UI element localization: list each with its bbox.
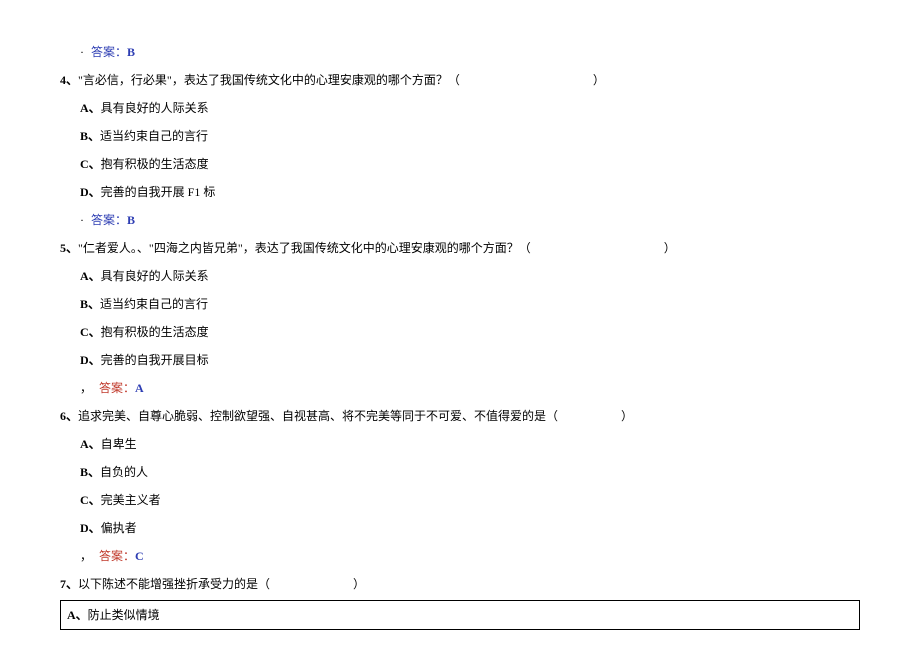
paren-close: ） [621,409,633,423]
question-7: 7、以下陈述不能增强挫折承受力的是（ ） [60,572,860,596]
question-5: 5、"仁者爱人。、"四海之内皆兄弟"，表达了我国传统文化中的心理安康观的哪个方面… [60,236,860,260]
question-number: 5、 [60,241,78,255]
option-label: C、 [80,325,101,339]
question-text: 以下陈述不能增强挫折承受力的是（ [78,577,270,591]
bullet-dot: · [80,213,84,227]
option-c: C、抱有积极的生活态度 [60,320,860,344]
option-text: 具有良好的人际关系 [101,101,209,115]
answer-line-5: ， 答案：A [60,376,860,400]
option-c: C、抱有积极的生活态度 [60,152,860,176]
answer-value: B [127,213,135,227]
answer-value: C [135,549,144,563]
option-text: 抱有积极的生活态度 [101,325,209,339]
question-number: 7、 [60,577,78,591]
option-a: A、自卑生 [60,432,860,456]
option-text: 适当约束自己的言行 [100,297,208,311]
document-content: · 答案：B 4、"言必信，行必果"，表达了我国传统文化中的心理安康观的哪个方面… [0,0,920,650]
option-label: A、 [80,269,101,283]
option-label: B、 [80,297,100,311]
option-label: C、 [80,157,101,171]
pre-answer-line: · 答案：B [60,40,860,64]
answer-label: 答案： [91,213,127,227]
answer-line-4: · 答案：B [60,208,860,232]
option-d: D、偏执者 [60,516,860,540]
option-text: 具有良好的人际关系 [101,269,209,283]
option-d: D、完善的自我开展目标 [60,348,860,372]
option-c: C、完美主义者 [60,488,860,512]
answer-label: 答案： [99,381,135,395]
option-b: B、自负的人 [60,460,860,484]
question-number: 6、 [60,409,78,423]
option-label: B、 [80,129,100,143]
option-label: A、 [80,437,101,451]
paren-close: ） [353,577,365,591]
option-text: 适当约束自己的言行 [100,129,208,143]
option-label: D、 [80,353,101,367]
answer-value: A [135,381,144,395]
option-text: 完善的自我开展目标 [101,353,209,367]
option-text: 抱有积极的生活态度 [101,157,209,171]
option-text: 偏执者 [101,521,137,535]
question-6: 6、追求完美、自尊心脆弱、控制欲望强、自视甚高、将不完美等同于不可爱、不值得爱的… [60,404,860,428]
paren-close: ） [593,73,605,87]
question-text: "言必信，行必果"，表达了我国传统文化中的心理安康观的哪个方面？（ [78,73,460,87]
comma-dot: ， [80,549,92,563]
option-label: D、 [80,521,101,535]
answer-value: B [127,45,135,59]
bullet-dot: · [80,45,84,59]
option-a: A、具有良好的人际关系 [60,96,860,120]
question-4: 4、"言必信，行必果"，表达了我国传统文化中的心理安康观的哪个方面？（ ） [60,68,860,92]
option-text: 完美主义者 [101,493,161,507]
question-text: 追求完美、自尊心脆弱、控制欲望强、自视甚高、将不完美等同于不可爱、不值得爱的是（ [78,409,558,423]
option-b: B、适当约束自己的言行 [60,124,860,148]
option-a-boxed: A、防止类似情境 [60,600,860,630]
option-label: C、 [80,493,101,507]
option-label: A、 [80,101,101,115]
option-text: 自卑生 [101,437,137,451]
comma-dot: ， [80,381,92,395]
option-text: 完善的自我开展 F1 标 [101,185,216,199]
answer-label: 答案： [91,45,127,59]
answer-label: 答案： [99,549,135,563]
option-label: D、 [80,185,101,199]
answer-line-6: ， 答案：C [60,544,860,568]
option-a: A、具有良好的人际关系 [60,264,860,288]
option-b: B、适当约束自己的言行 [60,292,860,316]
paren-close: ） [664,241,676,255]
question-text: "仁者爱人。、"四海之内皆兄弟"，表达了我国传统文化中的心理安康观的哪个方面？（ [78,241,531,255]
question-number: 4、 [60,73,78,87]
option-label: B、 [80,465,100,479]
option-text: 防止类似情境 [88,608,160,622]
option-label: A、 [67,608,88,622]
option-text: 自负的人 [100,465,148,479]
option-d: D、完善的自我开展 F1 标 [60,180,860,204]
